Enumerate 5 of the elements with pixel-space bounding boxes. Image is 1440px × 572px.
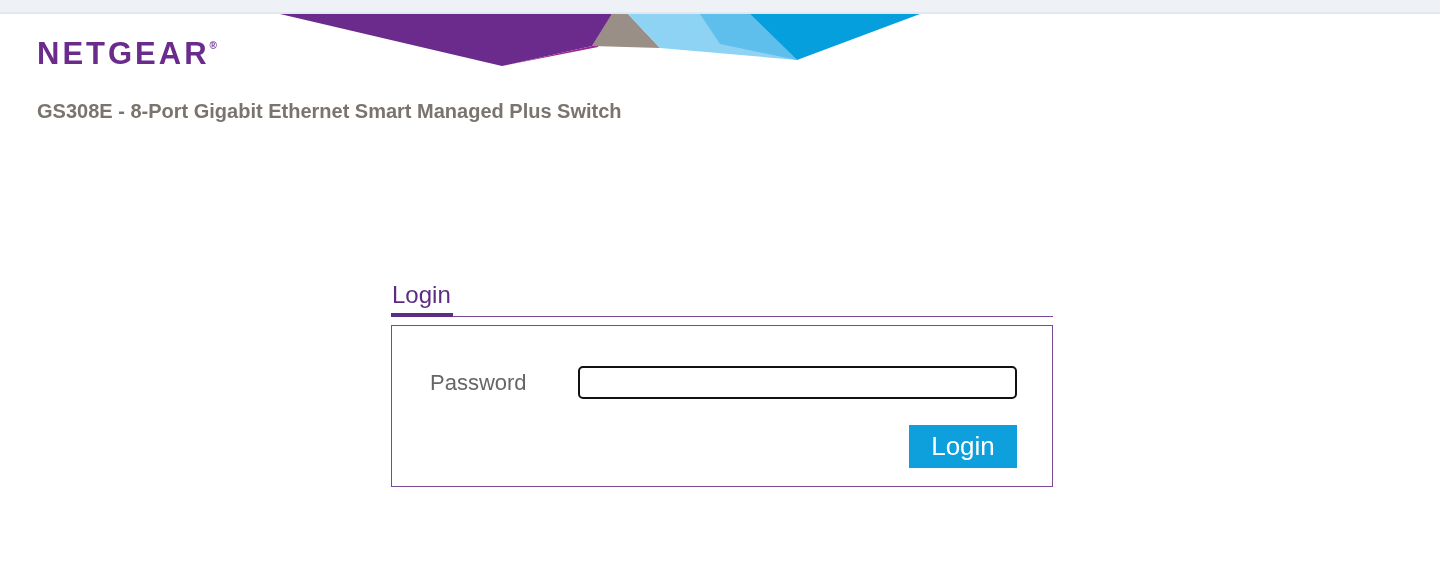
password-label: Password: [430, 369, 528, 396]
password-field[interactable]: [578, 366, 1017, 399]
product-title: GS308E - 8-Port Gigabit Ethernet Smart Managed Plus Switch: [37, 100, 622, 123]
netgear-logo: NETGEAR®: [37, 36, 217, 72]
login-tab[interactable]: Login: [391, 281, 453, 317]
